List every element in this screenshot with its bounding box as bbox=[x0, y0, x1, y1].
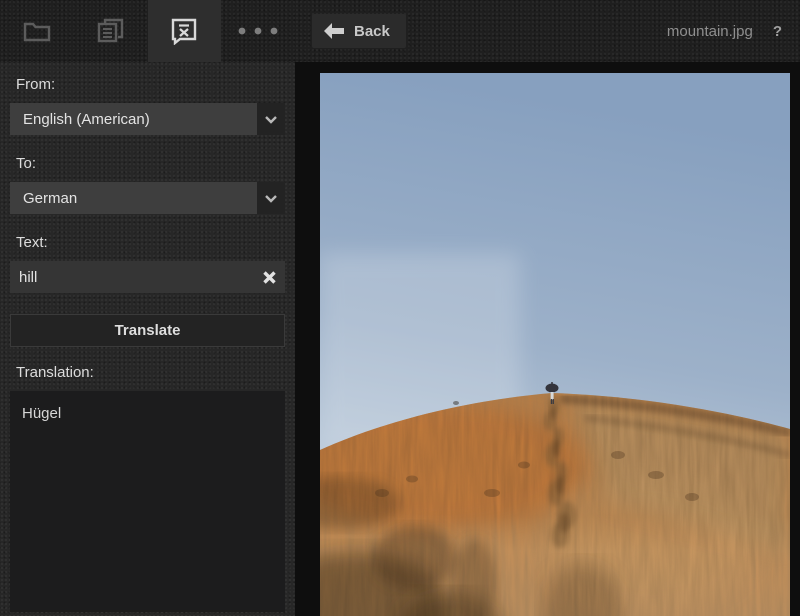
app-window: From: English (American) To: German bbox=[0, 0, 800, 616]
tab-files[interactable] bbox=[0, 0, 74, 62]
to-select-value: German bbox=[10, 190, 257, 207]
from-select[interactable]: English (American) bbox=[10, 103, 285, 135]
from-label: From: bbox=[16, 76, 285, 94]
sidebar-tabbar bbox=[0, 0, 295, 62]
arrow-left-icon bbox=[324, 23, 344, 39]
text-label: Text: bbox=[16, 234, 285, 252]
main-pane: Back mountain.jpg ? bbox=[295, 0, 800, 616]
folder-icon bbox=[23, 19, 51, 43]
text-input[interactable] bbox=[10, 269, 253, 286]
help-button[interactable]: ? bbox=[773, 23, 782, 40]
to-select-chevron-box bbox=[257, 182, 285, 214]
sidebar: From: English (American) To: German bbox=[0, 0, 295, 616]
more-icon bbox=[237, 27, 279, 35]
filename-title: mountain.jpg bbox=[667, 23, 753, 40]
translation-output[interactable]: Hügel bbox=[10, 391, 285, 612]
translate-icon bbox=[170, 17, 198, 45]
viewer-content bbox=[295, 62, 800, 616]
to-label: To: bbox=[16, 155, 285, 173]
chevron-down-icon bbox=[264, 115, 278, 124]
tab-more[interactable] bbox=[221, 0, 295, 62]
photo-mountain bbox=[320, 73, 790, 616]
chevron-down-icon bbox=[264, 194, 278, 203]
translate-panel: From: English (American) To: German bbox=[0, 62, 295, 616]
tab-translate[interactable] bbox=[148, 0, 222, 62]
text-input-row bbox=[10, 261, 285, 293]
back-button-label: Back bbox=[354, 23, 390, 40]
tab-copy[interactable] bbox=[74, 0, 148, 62]
viewer-header: Back mountain.jpg ? bbox=[295, 0, 800, 62]
from-select-value: English (American) bbox=[10, 111, 257, 128]
copy-icon bbox=[96, 17, 126, 45]
from-select-chevron-box bbox=[257, 103, 285, 135]
translate-button[interactable]: Translate bbox=[10, 314, 285, 347]
to-select[interactable]: German bbox=[10, 182, 285, 214]
back-button[interactable]: Back bbox=[312, 14, 406, 48]
clear-text-button[interactable] bbox=[253, 261, 285, 293]
translation-label: Translation: bbox=[16, 364, 285, 382]
x-clear-icon bbox=[262, 270, 277, 285]
